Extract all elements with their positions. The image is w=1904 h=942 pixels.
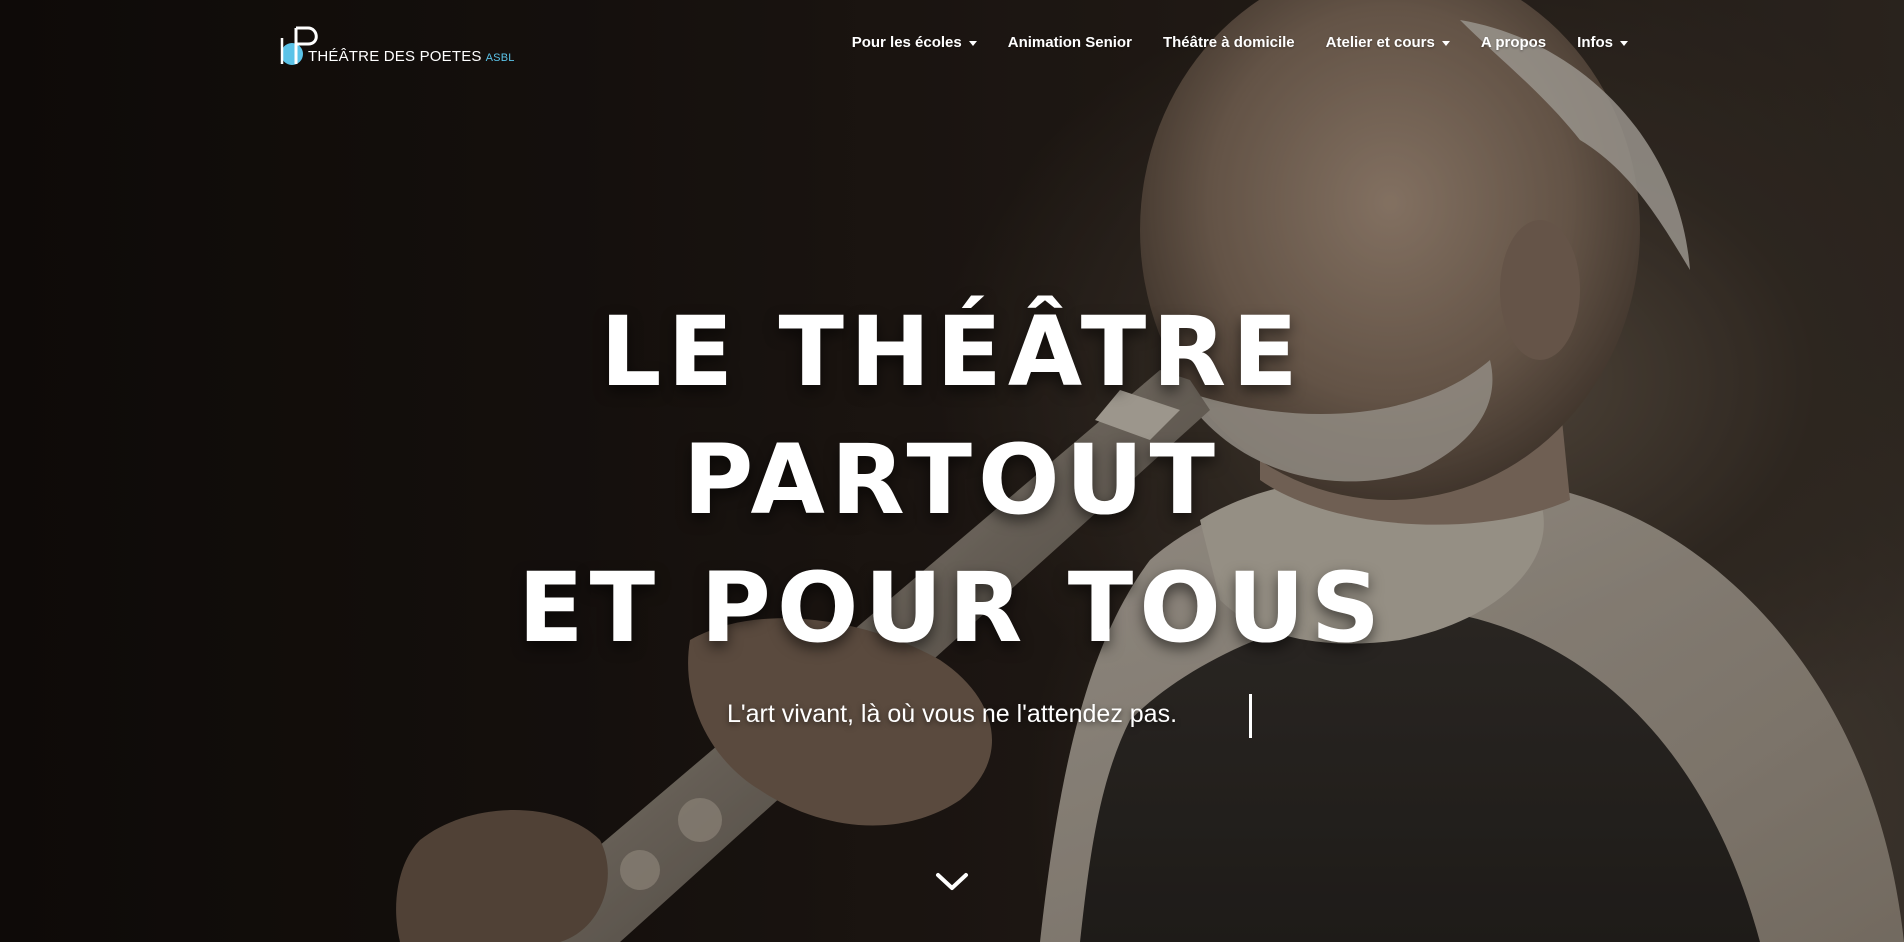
headline-line-2: PARTOUT [683, 424, 1221, 536]
hero-tagline: L'art vivant, là où vous ne l'attendez p… [726, 700, 1178, 728]
brand-suffix: ASBL [485, 52, 515, 64]
caret-down-icon [1441, 40, 1450, 46]
hero-headline: LE THÉÂTRE PARTOUT ET POUR TOUS [0, 288, 1904, 672]
brand-name: THÉÂTRE DES POETES ASBL [308, 48, 515, 65]
site-logo[interactable]: THÉÂTRE DES POETES ASBL [278, 24, 518, 70]
nav-item-pour-les-ecoles[interactable]: Pour les écoles [852, 30, 977, 55]
main-nav: Pour les écoles Animation Senior Théâtre… [821, 30, 1628, 55]
headline-line-1: LE THÉÂTRE [600, 296, 1304, 408]
hero-section: THÉÂTRE DES POETES ASBL Pour les écoles A… [0, 0, 1904, 942]
caret-down-icon [1620, 40, 1628, 46]
nav-item-theatre-a-domicile[interactable]: Théâtre à domicile [1163, 30, 1295, 55]
nav-item-animation-senior[interactable]: Animation Senior [1008, 30, 1132, 55]
typing-cursor [1249, 694, 1252, 738]
nav-item-a-propos[interactable]: A propos [1481, 30, 1546, 55]
nav-item-infos[interactable]: Infos [1577, 30, 1628, 55]
headline-line-3: ET POUR TOUS [518, 552, 1386, 664]
caret-down-icon [968, 40, 977, 46]
chevron-down-icon[interactable] [935, 870, 969, 894]
navbar: THÉÂTRE DES POETES ASBL Pour les écoles A… [0, 0, 1904, 88]
nav-item-atelier-et-cours[interactable]: Atelier et cours [1326, 30, 1450, 55]
